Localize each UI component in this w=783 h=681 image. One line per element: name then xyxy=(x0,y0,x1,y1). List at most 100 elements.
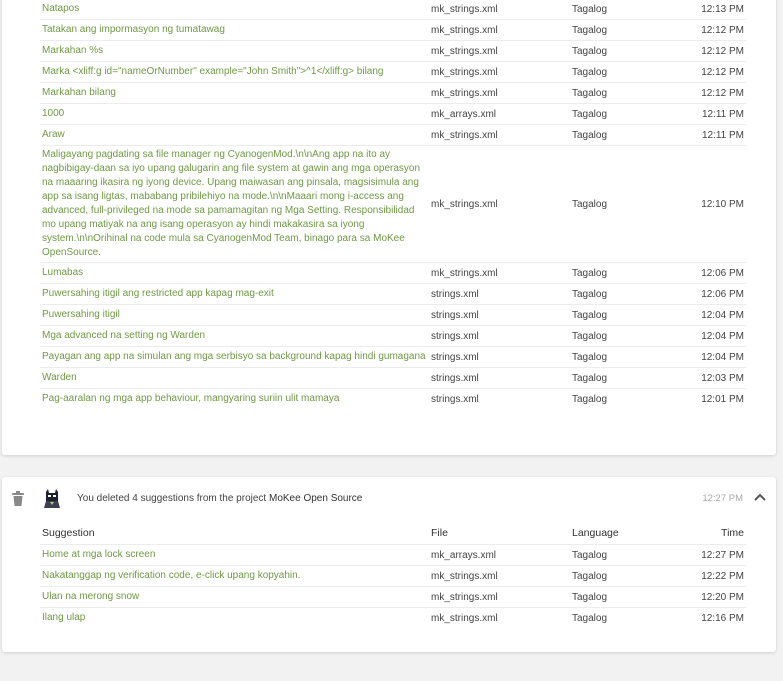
activity-time: 12:27 PM xyxy=(702,493,743,504)
activity-card-previous: Natapos mk_strings.xml Tagalog 12:13 PM Tata… xyxy=(2,0,776,455)
table-row: Nakatanggap ng verification code, e-clic… xyxy=(40,565,746,587)
suggestions-table: Natapos mk_strings.xml Tagalog 12:13 PM Tata… xyxy=(40,0,746,409)
suggestion-link[interactable]: Marka <xliff:g id="nameOrNumber" example… xyxy=(40,61,429,83)
language-cell: Tagalog xyxy=(570,346,669,368)
suggestion-link[interactable]: Puwersahing itigil ang restricted app ka… xyxy=(40,283,429,305)
language-cell: Tagalog xyxy=(570,40,669,62)
suggestion-link[interactable]: Natapos xyxy=(40,0,429,20)
header-language: Language xyxy=(572,527,619,539)
suggestion-link[interactable]: Markahan bilang xyxy=(40,82,429,104)
language-cell: Tagalog xyxy=(570,124,669,146)
file-cell: strings.xml xyxy=(429,346,570,368)
language-cell: Tagalog xyxy=(570,565,669,587)
file-cell: strings.xml xyxy=(429,388,570,409)
table-row: Natapos mk_strings.xml Tagalog 12:13 PM xyxy=(40,0,746,20)
time-cell: 12:11 PM xyxy=(669,103,746,125)
language-cell: Tagalog xyxy=(570,304,669,326)
suggestion-link[interactable]: Ulan na merong snow xyxy=(40,586,429,608)
suggestion-link[interactable]: Home at mga lock screen xyxy=(40,544,429,566)
language-cell: Tagalog xyxy=(570,586,669,608)
file-cell: mk_strings.xml xyxy=(429,82,570,104)
file-cell: strings.xml xyxy=(429,283,570,305)
suggestion-link[interactable]: Payagan ang app na simulan ang mga serbi… xyxy=(40,346,429,368)
language-cell: Tagalog xyxy=(570,325,669,347)
time-cell: 12:01 PM xyxy=(669,388,746,409)
file-cell: mk_strings.xml xyxy=(429,145,570,263)
deleted-suggestions-table: Suggestion File Language Time Home at mg… xyxy=(40,522,746,628)
table-row: Payagan ang app na simulan ang mga serbi… xyxy=(40,346,746,368)
time-cell: 12:03 PM xyxy=(669,367,746,389)
time-cell: 12:12 PM xyxy=(669,61,746,83)
file-cell: strings.xml xyxy=(429,304,570,326)
language-cell: Tagalog xyxy=(570,145,669,263)
file-cell: mk_strings.xml xyxy=(429,61,570,83)
table-row: Ulan na merong snow mk_strings.xml Tagalog… xyxy=(40,586,746,608)
file-cell: strings.xml xyxy=(429,367,570,389)
time-cell: 12:06 PM xyxy=(669,283,746,305)
header-suggestion: Suggestion xyxy=(42,527,95,539)
file-cell: mk_strings.xml xyxy=(429,124,570,146)
language-cell: Tagalog xyxy=(570,0,669,20)
time-cell: 12:12 PM xyxy=(669,19,746,41)
time-cell: 12:04 PM xyxy=(669,346,746,368)
file-cell: mk_strings.xml xyxy=(429,565,570,587)
file-cell: mk_strings.xml xyxy=(429,0,570,20)
table-row: Lumabas mk_strings.xml Tagalog 12:06 PM xyxy=(40,262,746,284)
table-row: 1000 mk_arrays.xml Tagalog 12:11 PM xyxy=(40,103,746,125)
time-cell: 12:04 PM xyxy=(669,304,746,326)
batman-avatar[interactable] xyxy=(42,488,62,508)
header-file: File xyxy=(431,527,448,539)
suggestion-link[interactable]: Pag-aaralan ng mga app behaviour, mangya… xyxy=(40,388,429,409)
activity-description: You deleted 4 suggestions from the proje… xyxy=(77,493,362,504)
language-cell: Tagalog xyxy=(570,262,669,284)
table-row: Marka <xliff:g id="nameOrNumber" example… xyxy=(40,61,746,83)
suggestion-link[interactable]: Warden xyxy=(40,367,429,389)
language-cell: Tagalog xyxy=(570,544,669,566)
table-row: Tatakan ang impormasyon ng tumatawag mk_s… xyxy=(40,19,746,41)
activity-text: You deleted 4 suggestions from the proje… xyxy=(77,493,267,504)
time-cell: 12:22 PM xyxy=(669,565,746,587)
header-time: Time xyxy=(721,527,744,539)
time-cell: 12:04 PM xyxy=(669,325,746,347)
file-cell: mk_strings.xml xyxy=(429,40,570,62)
table-row: Araw mk_strings.xml Tagalog 12:11 PM xyxy=(40,124,746,146)
chevron-up-icon[interactable] xyxy=(754,492,766,502)
table-row: Home at mga lock screen mk_arrays.xml Taga… xyxy=(40,544,746,566)
language-cell: Tagalog xyxy=(570,607,669,628)
suggestion-link[interactable]: Araw xyxy=(40,124,429,146)
language-cell: Tagalog xyxy=(570,103,669,125)
activity-card-deleted: You deleted 4 suggestions from the proje… xyxy=(2,477,776,652)
suggestion-link[interactable]: Nakatanggap ng verification code, e-clic… xyxy=(40,565,429,587)
project-link[interactable]: MoKee Open Source xyxy=(269,493,362,504)
time-cell: 12:12 PM xyxy=(669,40,746,62)
suggestion-link[interactable]: Puwersahing itigil xyxy=(40,304,429,326)
table-row: Markahan bilang mk_strings.xml Tagalog 12:1… xyxy=(40,82,746,104)
suggestion-link[interactable]: Ilang ulap xyxy=(40,607,429,628)
table-row: Warden strings.xml Tagalog 12:03 PM xyxy=(40,367,746,389)
table-row: Mga advanced na setting ng Warden strings… xyxy=(40,325,746,347)
time-cell: 12:16 PM xyxy=(669,607,746,628)
file-cell: strings.xml xyxy=(429,325,570,347)
suggestion-link[interactable]: Maligayang pagdating sa file manager ng … xyxy=(40,145,429,263)
trash-icon xyxy=(12,491,24,506)
language-cell: Tagalog xyxy=(570,82,669,104)
file-cell: mk_strings.xml xyxy=(429,607,570,628)
time-cell: 12:13 PM xyxy=(669,0,746,20)
language-cell: Tagalog xyxy=(570,388,669,409)
activity-header: You deleted 4 suggestions from the proje… xyxy=(2,485,776,511)
language-cell: Tagalog xyxy=(570,19,669,41)
language-cell: Tagalog xyxy=(570,283,669,305)
time-cell: 12:06 PM xyxy=(669,262,746,284)
table-row: Markahan %s mk_strings.xml Tagalog 12:12 PM xyxy=(40,40,746,62)
language-cell: Tagalog xyxy=(570,367,669,389)
time-cell: 12:10 PM xyxy=(669,145,746,263)
suggestion-link[interactable]: Lumabas xyxy=(40,262,429,284)
time-cell: 12:12 PM xyxy=(669,82,746,104)
suggestion-link[interactable]: Tatakan ang impormasyon ng tumatawag xyxy=(40,19,429,41)
time-cell: 12:27 PM xyxy=(669,544,746,566)
suggestion-link[interactable]: Mga advanced na setting ng Warden xyxy=(40,325,429,347)
suggestion-link[interactable]: 1000 xyxy=(40,103,429,125)
file-cell: mk_strings.xml xyxy=(429,586,570,608)
table-row: Puwersahing itigil ang restricted app ka… xyxy=(40,283,746,305)
suggestion-link[interactable]: Markahan %s xyxy=(40,40,429,62)
